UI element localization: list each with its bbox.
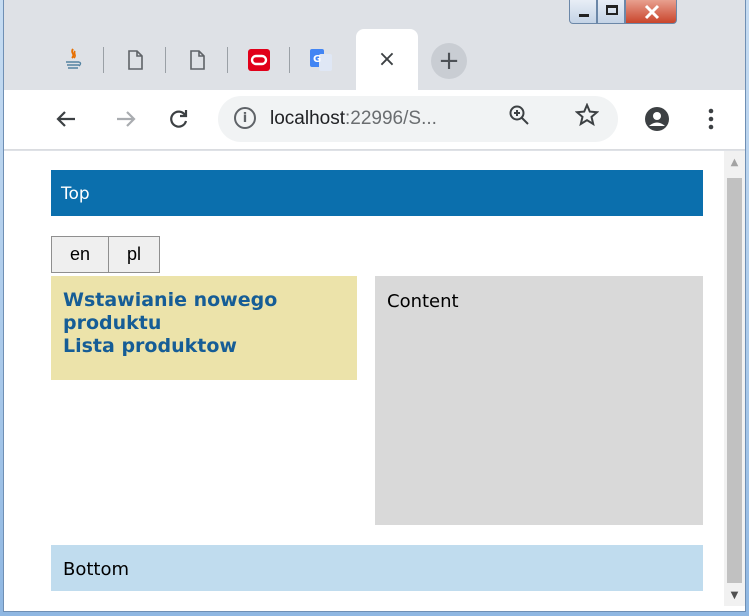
close-icon	[644, 4, 660, 20]
bookmark-star-icon[interactable]	[574, 102, 600, 133]
address-bar[interactable]: i localhost:22996/S...	[218, 96, 618, 142]
back-button[interactable]	[49, 102, 83, 136]
nav-link-insert-product[interactable]: Wstawianie nowego produktu	[63, 289, 345, 335]
lang-en-button[interactable]: en	[51, 236, 109, 273]
tab-strip: G × +	[4, 0, 745, 90]
reload-button[interactable]	[162, 102, 196, 136]
tab-page-2[interactable]	[166, 29, 228, 90]
maximize-button[interactable]	[597, 0, 625, 24]
vertical-scrollbar[interactable]: ▲ ▼	[724, 151, 745, 606]
reload-icon	[170, 110, 188, 128]
page-top-bar: Top	[51, 170, 703, 216]
page-icon	[128, 49, 143, 70]
tab-page-1[interactable]	[104, 29, 166, 90]
tab-oracle[interactable]	[228, 29, 290, 90]
account-icon	[645, 107, 669, 131]
minimize-icon	[579, 14, 589, 17]
minimize-button[interactable]	[569, 0, 597, 24]
forward-arrow-icon	[117, 111, 136, 127]
page-viewport: Top en pl Wstawianie nowego produktu Lis…	[4, 151, 745, 611]
lang-pl-button[interactable]: pl	[108, 236, 160, 273]
url-text[interactable]: localhost:22996/S...	[270, 108, 437, 130]
new-tab-button[interactable]: +	[431, 43, 467, 79]
nav-link-product-list[interactable]: Lista produktow	[63, 335, 345, 358]
maximize-icon	[606, 5, 618, 15]
more-vert-icon	[708, 108, 714, 130]
menu-button[interactable]	[694, 102, 728, 136]
browser-toolbar: i localhost:22996/S...	[4, 90, 745, 150]
close-window-button[interactable]	[625, 0, 677, 24]
page-bottom-bar: Bottom	[51, 545, 703, 591]
tab-active[interactable]: ×	[356, 29, 418, 90]
page-icon	[190, 49, 205, 70]
browser-window: G × + i localhost:22996/S... Top en pl W…	[3, 0, 746, 612]
java-icon	[66, 47, 82, 69]
scroll-down-arrow-icon[interactable]: ▼	[724, 584, 745, 606]
tab-close-icon[interactable]: ×	[378, 47, 396, 72]
nav-menu: Wstawianie nowego produktu Lista produkt…	[51, 276, 357, 380]
profile-button[interactable]	[640, 102, 674, 136]
translate-icon: G	[310, 48, 332, 71]
tab-java[interactable]	[42, 29, 104, 90]
scrollbar-thumb[interactable]	[727, 178, 742, 583]
svg-text:G: G	[313, 54, 321, 65]
zoom-icon[interactable]	[508, 104, 530, 132]
tab-translate[interactable]: G	[290, 29, 352, 90]
oracle-icon	[248, 48, 270, 71]
info-icon[interactable]: i	[234, 107, 256, 129]
content-area: Content	[375, 276, 703, 525]
scroll-up-arrow-icon[interactable]: ▲	[724, 151, 745, 173]
forward-button[interactable]	[109, 102, 143, 136]
back-arrow-icon	[56, 111, 75, 127]
